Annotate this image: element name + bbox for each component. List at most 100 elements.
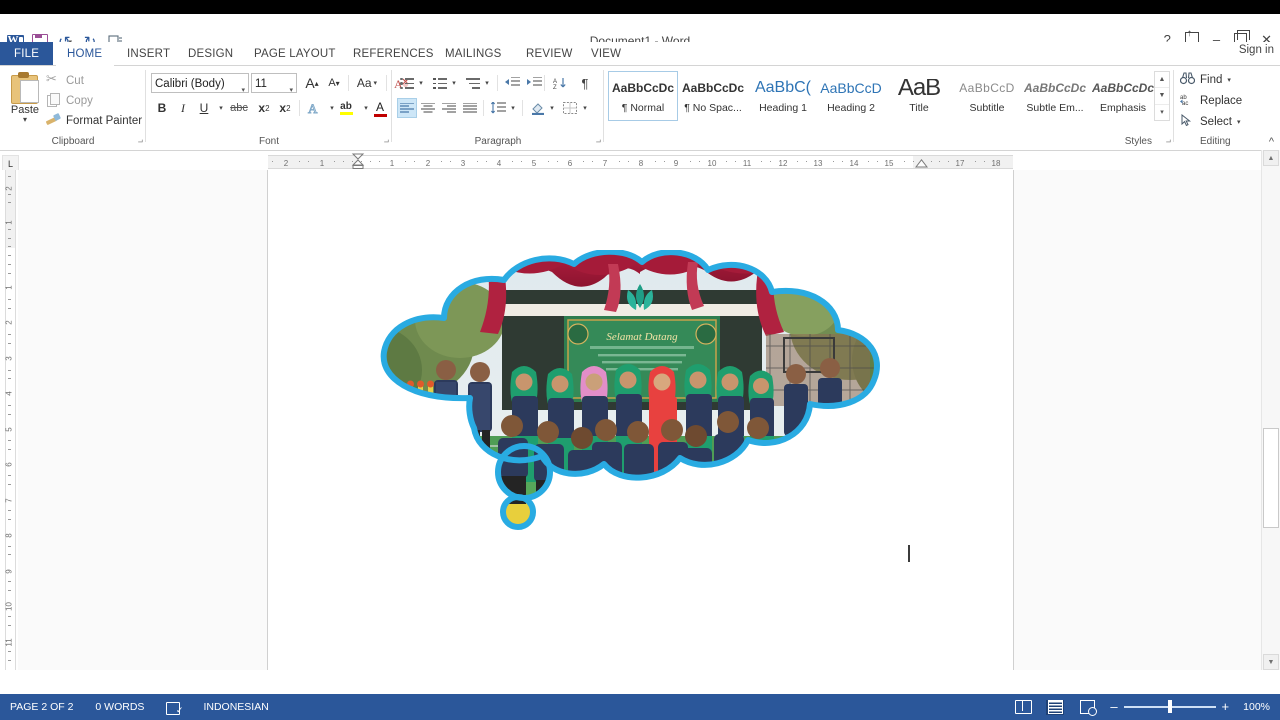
style-heading-1[interactable]: AaBbC( Heading 1	[748, 71, 818, 121]
group-photo-cloud-shape[interactable]: Selamat Datang	[352, 250, 912, 570]
horizontal-ruler[interactable]: 2 1 1 2 3 4 5 6 7 8 9 10 11 12 13 14 15 17 18	[0, 151, 1280, 170]
font-size-combobox[interactable]: 11 ▾	[251, 73, 297, 94]
language-indicator[interactable]: INDONESIAN	[203, 701, 268, 713]
style-emphasis[interactable]: AaBbCcDc Emphasis	[1088, 71, 1158, 121]
line-spacing-caret[interactable]: ▾	[507, 98, 519, 118]
style-normal[interactable]: AaBbCcDc ¶ Normal	[608, 71, 678, 121]
proofing-errors-icon[interactable]	[166, 701, 183, 716]
scroll-up-arrow[interactable]: ▲	[1263, 150, 1279, 166]
scroll-down-arrow[interactable]: ▼	[1263, 654, 1279, 670]
style-no-spacing[interactable]: AaBbCcDc ¶ No Spac...	[678, 71, 748, 121]
styles-dialog-launcher[interactable]	[1162, 137, 1171, 146]
tab-references[interactable]: REFERENCES	[342, 42, 445, 66]
align-right-icon[interactable]	[439, 98, 459, 118]
bullets-caret[interactable]: ▾	[415, 73, 427, 93]
shading-caret[interactable]: ▾	[546, 98, 558, 118]
borders-icon[interactable]	[560, 98, 580, 118]
vertical-scrollbar[interactable]: ▲ ▼	[1261, 150, 1280, 670]
text-effects-icon[interactable]: A	[304, 98, 324, 118]
scrollbar-thumb[interactable]	[1263, 428, 1279, 528]
first-line-indent-marker[interactable]	[351, 153, 365, 169]
numbering-caret[interactable]: ▾	[448, 73, 460, 93]
word-count[interactable]: 0 WORDS	[95, 701, 144, 713]
styles-scroll-up[interactable]: ▲	[1155, 72, 1169, 89]
multilevel-caret[interactable]: ▾	[481, 73, 493, 93]
copy-button[interactable]: Copy	[46, 93, 93, 108]
style-heading-2[interactable]: AaBbCcD Heading 2	[816, 71, 886, 121]
bold-button[interactable]: B	[152, 98, 172, 118]
increase-indent-icon[interactable]	[524, 73, 544, 93]
tab-insert[interactable]: INSERT	[116, 42, 181, 66]
style-title[interactable]: AaB Title	[884, 71, 954, 121]
tab-mailings[interactable]: MAILINGS	[434, 42, 513, 66]
ribbon-group-font: Calibri (Body) ▾ 11 ▾ A▴ A▾ Aa ▾ A B I	[146, 66, 409, 150]
font-name-combobox[interactable]: Calibri (Body) ▾	[151, 73, 249, 94]
tab-page-layout[interactable]: PAGE LAYOUT	[243, 42, 347, 66]
page-indicator[interactable]: PAGE 2 OF 2	[10, 701, 73, 713]
decrease-indent-icon[interactable]	[502, 73, 522, 93]
multilevel-list-icon[interactable]	[463, 73, 483, 93]
paragraph-dialog-launcher[interactable]	[592, 137, 601, 146]
sign-in-link[interactable]: Sign in	[1239, 44, 1274, 56]
justify-icon[interactable]	[460, 98, 480, 118]
zoom-track[interactable]	[1123, 700, 1216, 714]
ruler-minor-tick	[984, 161, 985, 162]
bullets-icon[interactable]	[397, 73, 417, 93]
shading-icon[interactable]	[527, 98, 547, 118]
ruler-tick: 2	[283, 159, 289, 168]
numbering-icon[interactable]	[430, 73, 450, 93]
shrink-font-button[interactable]: A ▾	[323, 73, 345, 93]
paste-button[interactable]: Paste ▾	[4, 70, 46, 134]
subscript-button[interactable]: x2	[254, 98, 274, 118]
cut-button[interactable]: Cut	[46, 71, 84, 88]
grow-font-button[interactable]: A ▴	[301, 73, 323, 93]
show-formatting-marks-button[interactable]: ¶	[575, 73, 595, 93]
align-left-icon[interactable]	[397, 98, 417, 118]
tab-review[interactable]: REVIEW	[515, 42, 584, 66]
styles-more-button[interactable]: ▾	[1155, 105, 1169, 120]
zoom-thumb[interactable]	[1167, 700, 1172, 714]
vertical-ruler[interactable]: 2 1 1 2 3 4 5 6 7 8 9 10 11	[0, 170, 18, 670]
find-button[interactable]: Find ▾	[1179, 72, 1231, 87]
styles-gallery-scroll[interactable]: ▲ ▼ ▾	[1154, 71, 1170, 121]
tab-design[interactable]: DESIGN	[177, 42, 244, 66]
collapse-ribbon-button[interactable]: ^	[1269, 136, 1274, 148]
zoom-slider[interactable]: – +	[1110, 700, 1230, 714]
format-painter-button[interactable]: Format Painter	[46, 113, 142, 128]
tab-view[interactable]: VIEW	[580, 42, 632, 66]
ruler-minor-tick	[334, 161, 335, 162]
document-page[interactable]: Selamat Datang	[268, 170, 1013, 670]
zoom-level[interactable]: 100%	[1243, 701, 1270, 713]
zoom-out-button[interactable]: –	[1110, 700, 1117, 713]
select-button[interactable]: Select ▾	[1180, 113, 1241, 129]
superscript-button[interactable]: x2	[275, 98, 295, 118]
sort-icon[interactable]: AZ	[550, 73, 570, 93]
print-layout-icon[interactable]	[1046, 699, 1065, 715]
find-caret[interactable]: ▾	[1227, 76, 1231, 84]
styles-scroll-down[interactable]: ▼	[1155, 88, 1169, 105]
read-mode-icon[interactable]	[1014, 700, 1032, 715]
web-layout-icon[interactable]	[1078, 700, 1097, 716]
replace-button[interactable]: ab ac Replace	[1180, 93, 1242, 108]
font-color-button[interactable]: A	[370, 97, 390, 119]
italic-button[interactable]: I	[173, 98, 193, 118]
borders-caret[interactable]: ▾	[579, 98, 591, 118]
align-center-icon[interactable]	[418, 98, 438, 118]
tab-home[interactable]: HOME	[56, 42, 114, 66]
font-dialog-launcher[interactable]	[380, 137, 389, 146]
tab-file[interactable]: FILE	[0, 42, 54, 66]
zoom-in-button[interactable]: +	[1222, 700, 1230, 713]
line-spacing-icon[interactable]	[488, 98, 508, 118]
vruler-minor-tick	[8, 440, 11, 441]
text-highlight-color-button[interactable]: ab	[336, 97, 356, 119]
style-subtle-emphasis[interactable]: AaBbCcDc Subtle Em...	[1020, 71, 1090, 121]
right-indent-marker[interactable]	[915, 159, 928, 168]
style-subtitle[interactable]: AaBbCcD Subtitle	[952, 71, 1022, 121]
vruler-tick: 2	[4, 186, 14, 191]
clipboard-dialog-launcher[interactable]	[134, 137, 143, 146]
strikethrough-button[interactable]: abc	[226, 98, 252, 118]
change-case-button[interactable]: Aa ▾	[353, 73, 381, 93]
select-caret[interactable]: ▾	[1237, 118, 1241, 126]
document-canvas[interactable]: Selamat Datang	[18, 170, 1262, 670]
paste-caret[interactable]: ▾	[23, 116, 27, 124]
